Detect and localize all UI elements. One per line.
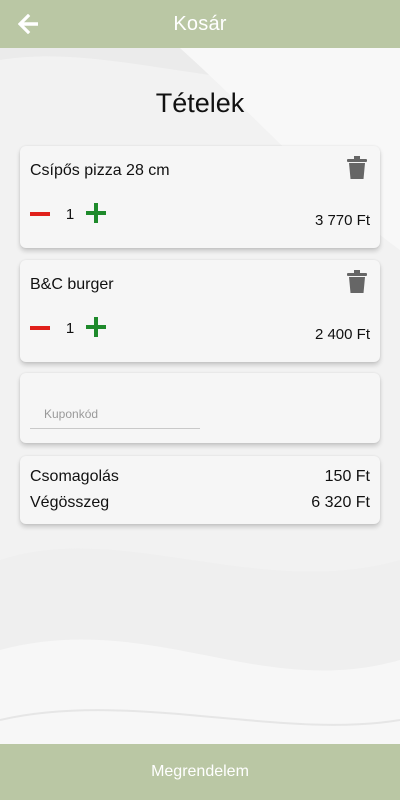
item-quantity: 1 — [65, 320, 75, 337]
header-title: Kosár — [173, 12, 227, 35]
order-button[interactable]: Megrendelem — [0, 744, 400, 800]
item-name: B&C burger — [30, 276, 114, 293]
app-header: Kosár — [0, 0, 400, 48]
item-name: Csípős pizza 28 cm — [30, 162, 170, 179]
trash-icon[interactable] — [346, 270, 368, 294]
page-title: Tételek — [155, 88, 245, 118]
total-row: Végösszeg 6 320 Ft — [30, 494, 370, 512]
arrow-left-icon — [18, 14, 38, 34]
total-label: Végösszeg — [30, 494, 110, 511]
packaging-label: Csomagolás — [30, 468, 119, 485]
item-quantity: 1 — [65, 206, 75, 223]
coupon-card — [20, 373, 380, 443]
decrease-quantity-button[interactable] — [30, 318, 50, 338]
increase-quantity-button[interactable] — [86, 316, 106, 338]
item-price: 2 400 Ft — [314, 326, 370, 343]
decrease-quantity-button[interactable] — [30, 204, 50, 224]
trash-icon[interactable] — [346, 156, 368, 180]
cart-item: Csípős pizza 28 cm 1 3 770 Ft — [20, 146, 380, 248]
increase-quantity-button[interactable] — [86, 202, 106, 224]
packaging-value: 150 Ft — [324, 468, 370, 485]
item-price: 3 770 Ft — [314, 212, 370, 229]
cart-item: B&C burger 1 2 400 Ft — [20, 260, 380, 362]
order-button-label: Megrendelem — [151, 763, 249, 780]
back-button[interactable] — [14, 10, 44, 38]
coupon-code-input[interactable] — [30, 399, 200, 429]
summary-card: Csomagolás 150 Ft Végösszeg 6 320 Ft — [20, 456, 380, 524]
packaging-row: Csomagolás 150 Ft — [30, 468, 370, 486]
total-value: 6 320 Ft — [311, 494, 370, 511]
